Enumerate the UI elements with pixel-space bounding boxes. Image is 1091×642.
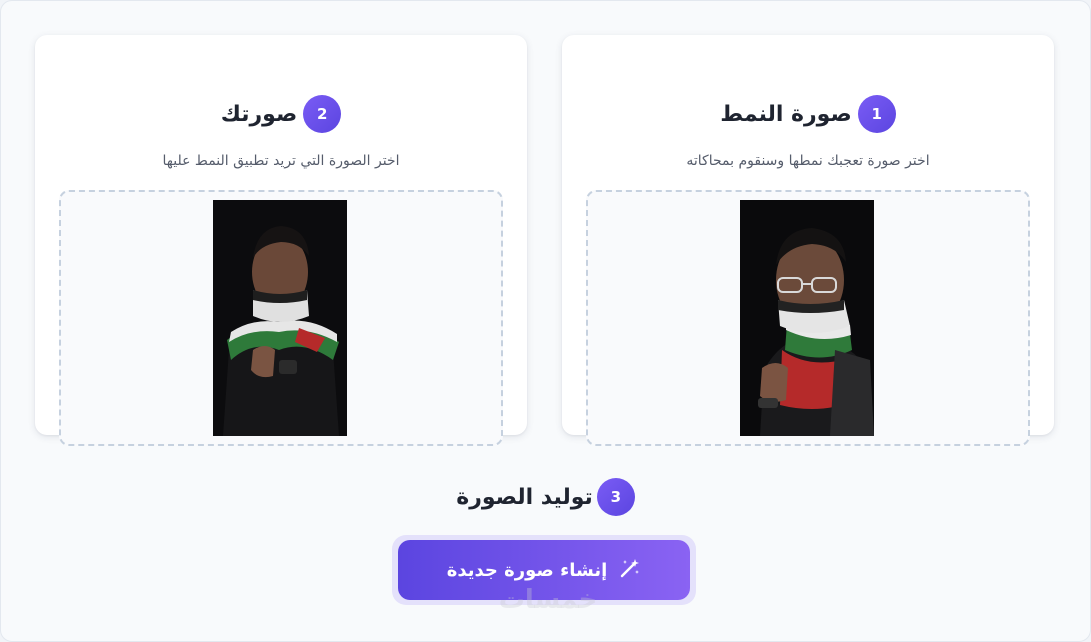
generate-section-header: 3 توليد الصورة [0, 478, 1091, 516]
watermark: خمسات [498, 585, 598, 615]
style-image-card: 1 صورة النمط اختر صورة تعجبك نمطها وسنقو… [562, 35, 1054, 446]
user-card-subtitle: اختر الصورة التي تريد تطبيق النمط عليها [162, 153, 400, 169]
step-badge-2: 2 [303, 95, 342, 133]
user-image-preview [213, 200, 347, 436]
step-badge-3: 3 [596, 478, 635, 516]
user-image-dropzone[interactable] [59, 190, 503, 446]
user-card-header: 2 صورتك [35, 95, 527, 133]
style-card-subtitle: اختر صورة تعجبك نمطها وسنقوم بمحاكاته [686, 153, 930, 169]
user-image-card: 2 صورتك اختر الصورة التي تريد تطبيق النم… [35, 35, 527, 446]
step-badge-1: 1 [857, 95, 896, 133]
style-card-header: 1 صورة النمط [562, 95, 1054, 133]
style-photo-art [740, 200, 874, 436]
style-image-preview [740, 200, 874, 436]
user-photo-art [213, 200, 347, 436]
style-image-dropzone[interactable] [586, 190, 1030, 446]
generate-section-title: توليد الصورة [456, 484, 593, 510]
user-card-title: صورتك [220, 101, 298, 127]
style-card-title: صورة النمط [720, 101, 852, 127]
generate-button-label: إنشاء صورة جديدة [446, 559, 608, 581]
magic-wand-icon [619, 557, 641, 584]
